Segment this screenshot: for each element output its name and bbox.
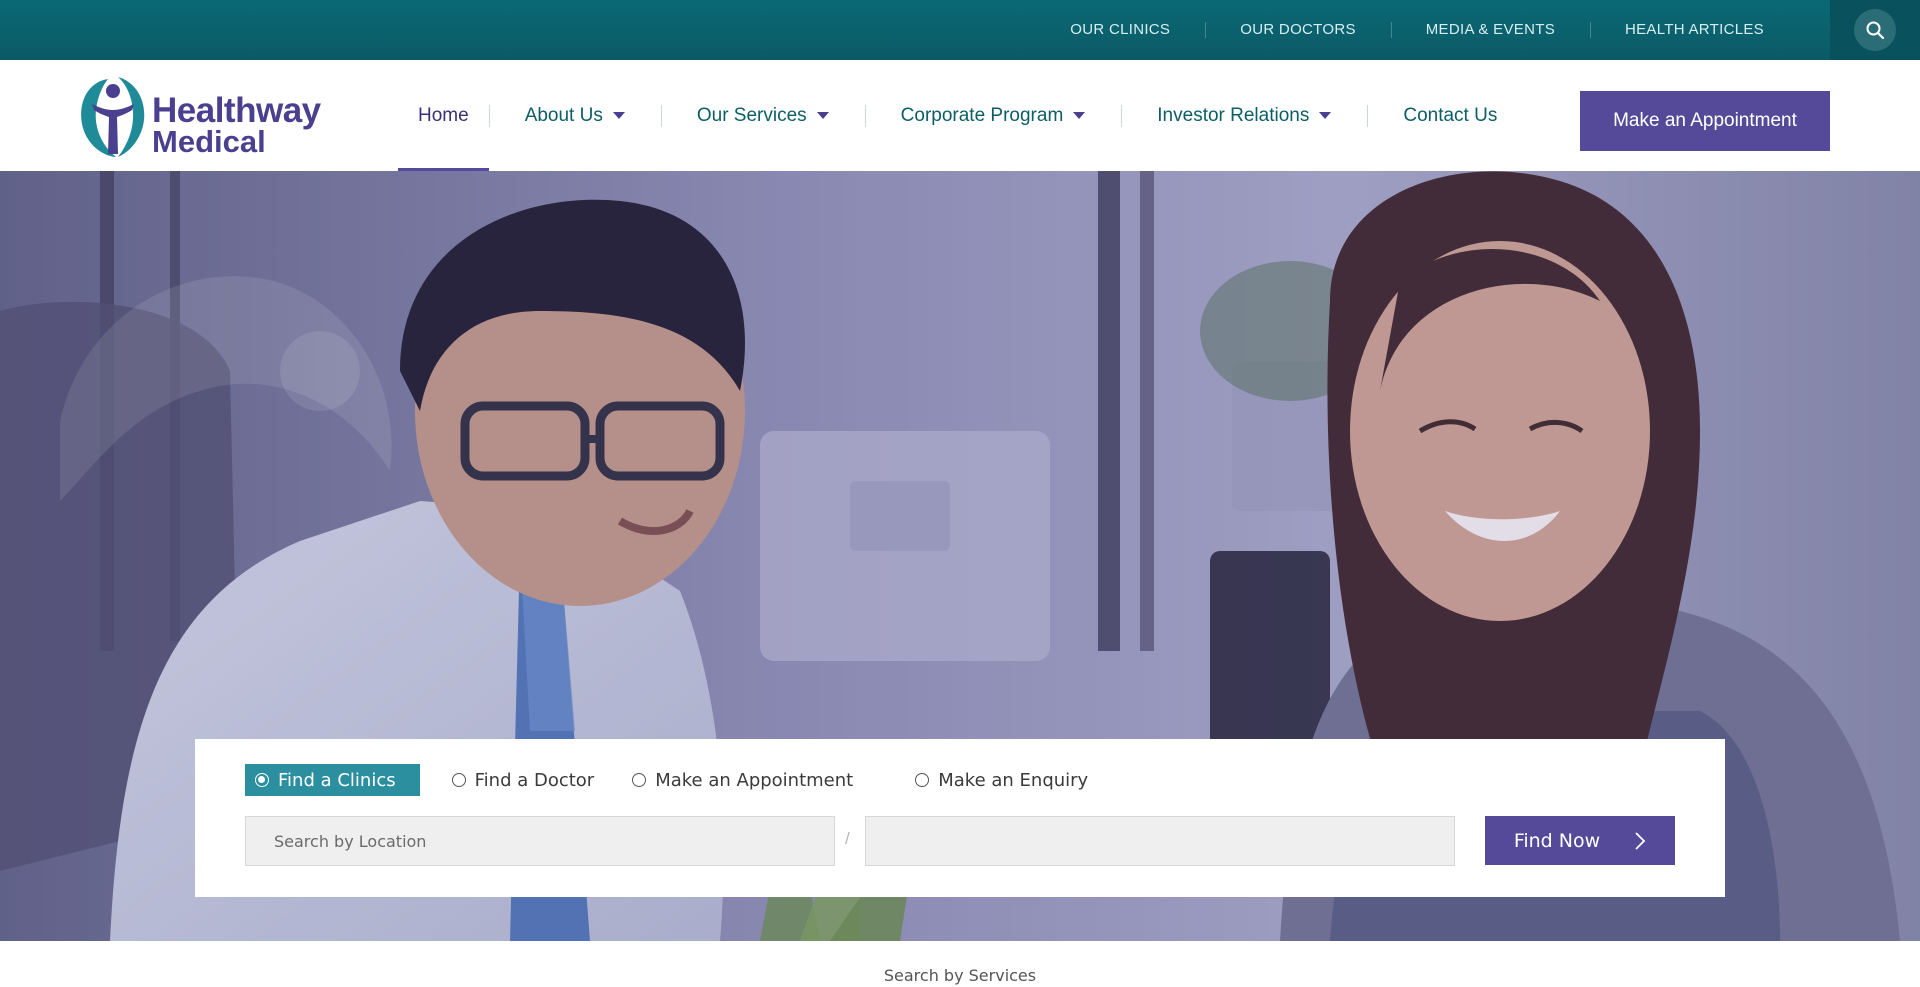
option-find-clinics[interactable]: Find a Clinics (245, 764, 420, 796)
main-header: Healthway Medical Home About Us Our Serv… (0, 60, 1920, 171)
nav-item-about-us[interactable]: About Us (488, 60, 661, 171)
nav-item-contact-us[interactable]: Contact Us (1367, 60, 1533, 171)
option-label: Make an Enquiry (938, 769, 1089, 791)
radio-selected-icon (255, 773, 269, 787)
nav-item-label: Home (418, 104, 469, 126)
option-label: Find a Doctor (474, 769, 595, 791)
main-nav: Home About Us Our Services Corporate Pro… (398, 60, 1533, 171)
logo-wordmark: Healthway Medical (152, 91, 321, 159)
option-label: Make an Appointment (655, 769, 854, 791)
secondary-search-input[interactable] (865, 816, 1455, 866)
radio-icon (632, 773, 647, 787)
search-mode-options: Find a Clinics Find a Doctor Make an App… (245, 764, 1126, 796)
chevron-right-icon (1634, 831, 1646, 851)
caret-down-icon (1319, 112, 1332, 119)
radio-icon (915, 773, 930, 787)
option-label: Find a Clinics (278, 769, 396, 791)
nav-item-home[interactable]: Home (398, 60, 489, 171)
utility-link-media-events[interactable]: MEDIA & EVENTS (1390, 21, 1590, 39)
search-icon[interactable] (1854, 9, 1896, 51)
option-make-enquiry[interactable]: Make an Enquiry (915, 764, 1088, 796)
option-make-appointment[interactable]: Make an Appointment (632, 764, 853, 796)
nav-item-label: Contact Us (1403, 104, 1498, 126)
nav-item-investor-relations[interactable]: Investor Relations (1121, 60, 1367, 171)
logo-mark-icon (81, 77, 145, 157)
caret-down-icon (816, 112, 829, 119)
nav-item-label: Our Services (696, 104, 807, 126)
utility-link-our-doctors[interactable]: OUR DOCTORS (1205, 21, 1391, 39)
caret-down-icon (612, 112, 625, 119)
utility-link-our-clinics[interactable]: OUR CLINICS (1035, 21, 1205, 39)
option-find-doctor[interactable]: Find a Doctor (451, 764, 595, 796)
field-separator: / (845, 829, 850, 848)
top-utility-bar: OUR CLINICS OUR DOCTORS MEDIA & EVENTS H… (0, 0, 1920, 60)
search-by-services-label: Search by Services (883, 966, 1037, 985)
top-search-button[interactable] (1830, 0, 1920, 60)
healthway-logo[interactable]: Healthway Medical (78, 74, 321, 159)
logo-line-2: Medical (152, 124, 266, 159)
nav-item-our-services[interactable]: Our Services (660, 60, 865, 171)
logo-line-1: Healthway (152, 91, 321, 130)
utility-nav: OUR CLINICS OUR DOCTORS MEDIA & EVENTS H… (1035, 0, 1788, 60)
caret-down-icon (1073, 112, 1086, 119)
search-panel: Find a Clinics Find a Doctor Make an App… (195, 739, 1725, 897)
nav-item-label: Investor Relations (1157, 104, 1310, 126)
find-now-label: Find Now (1513, 829, 1601, 852)
nav-item-label: About Us (524, 104, 603, 126)
location-search-input[interactable] (245, 816, 835, 866)
nav-item-corporate-program[interactable]: Corporate Program (864, 60, 1122, 171)
find-now-button[interactable]: Find Now (1485, 816, 1675, 865)
make-appointment-button[interactable]: Make an Appointment (1580, 91, 1830, 151)
nav-item-label: Corporate Program (900, 104, 1064, 126)
utility-link-health-articles[interactable]: HEALTH ARTICLES (1590, 21, 1788, 39)
radio-icon (451, 773, 466, 787)
